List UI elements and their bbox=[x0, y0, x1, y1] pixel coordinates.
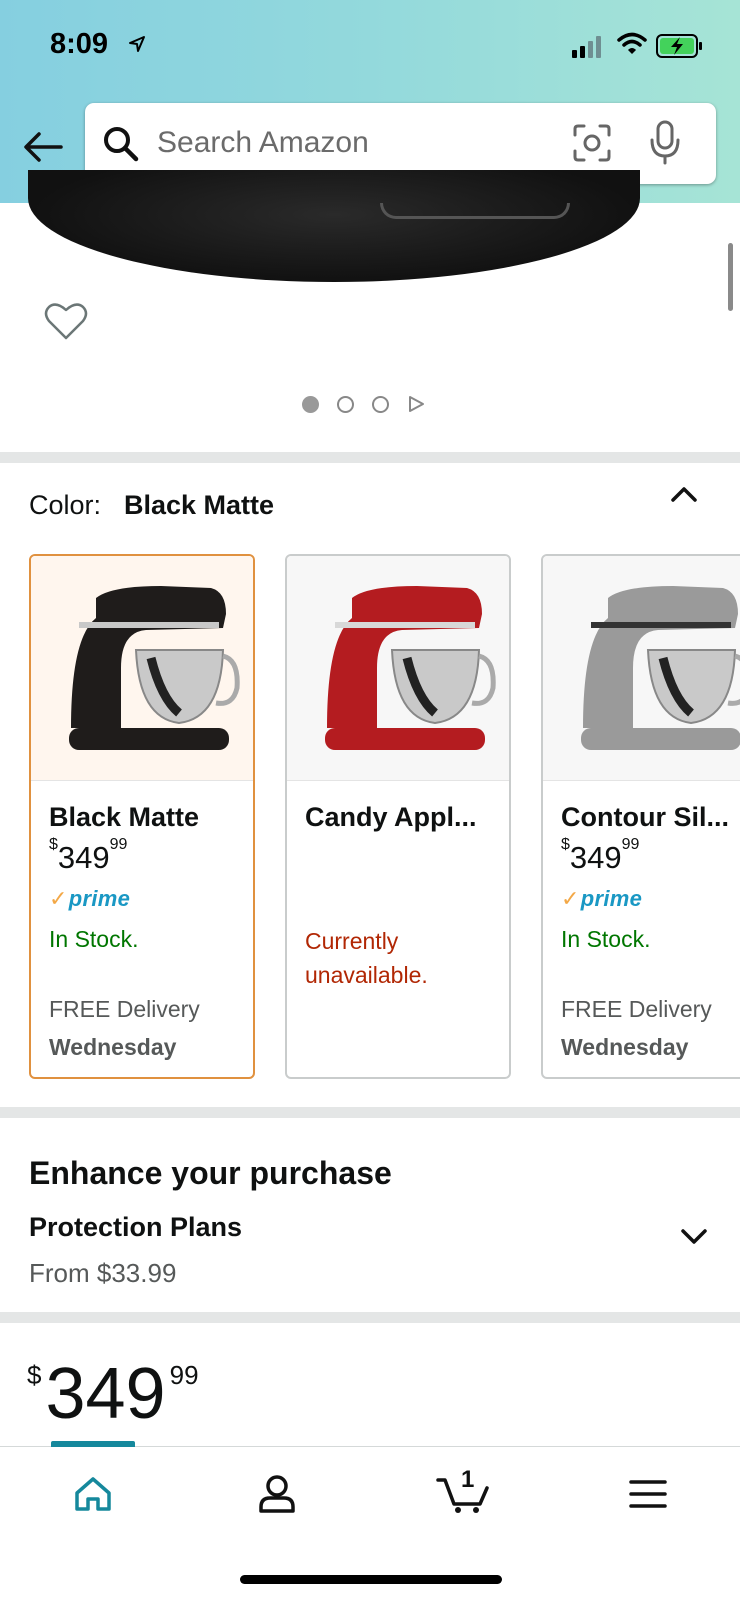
search-input[interactable] bbox=[157, 121, 537, 165]
nav-home[interactable] bbox=[63, 1469, 123, 1519]
home-indicator[interactable] bbox=[240, 1575, 502, 1584]
status-time: 8:09 bbox=[50, 28, 109, 60]
location-arrow-icon bbox=[129, 36, 145, 52]
home-icon bbox=[75, 1477, 111, 1511]
price-currency: $ bbox=[27, 1360, 42, 1390]
product-price: $349 99 bbox=[27, 1358, 199, 1430]
price-cents: 99 bbox=[109, 836, 128, 853]
prime-check-icon: ✓ bbox=[49, 886, 68, 911]
price-whole: 349 bbox=[569, 840, 622, 875]
stand-mixer-black-image bbox=[69, 586, 240, 750]
stand-mixer-silver-image bbox=[581, 586, 740, 750]
microphone-icon[interactable] bbox=[649, 120, 681, 166]
carousel-dots[interactable] bbox=[302, 395, 425, 413]
prime-badge: ✓prime bbox=[561, 886, 642, 912]
heart-icon[interactable] bbox=[44, 301, 88, 341]
color-label: Color: bbox=[29, 490, 102, 520]
availability: Currently unavailable. bbox=[305, 928, 428, 988]
carousel-dot[interactable] bbox=[302, 395, 319, 413]
section-divider bbox=[0, 452, 740, 463]
price-cents: 99 bbox=[621, 836, 640, 853]
swatch-image bbox=[543, 556, 740, 781]
prime-label: prime bbox=[68, 886, 131, 911]
price-whole: 349 bbox=[57, 840, 110, 875]
swatch-name: Candy Appl... bbox=[305, 802, 477, 832]
prime-badge: ✓prime bbox=[49, 886, 130, 912]
nav-menu[interactable] bbox=[618, 1469, 678, 1519]
product-page: 8:09 Search Amazon Color: Black Matte Bl… bbox=[0, 0, 740, 1600]
price-whole: 349 bbox=[45, 1354, 166, 1434]
prime-label: prime bbox=[580, 886, 643, 911]
delivery-label: FREE Delivery bbox=[49, 996, 200, 1022]
carousel-dot[interactable] bbox=[337, 395, 354, 413]
cellular-signal-icon bbox=[572, 36, 601, 58]
section-divider bbox=[0, 1107, 740, 1118]
nav-active-indicator bbox=[51, 1441, 135, 1447]
availability: In Stock. bbox=[49, 926, 139, 952]
back-button[interactable] bbox=[18, 124, 68, 170]
account-icon bbox=[259, 1475, 295, 1513]
cart-count-badge: 1 bbox=[461, 1466, 475, 1493]
protection-plans-title[interactable]: Protection Plans bbox=[29, 1212, 242, 1243]
color-option-candy-apple[interactable]: Candy Appl... Currently unavailable. bbox=[285, 554, 511, 1079]
swatch-image bbox=[31, 556, 253, 781]
delivery-label: FREE Delivery bbox=[561, 996, 712, 1022]
video-play-icon[interactable] bbox=[407, 395, 425, 413]
enhance-title: Enhance your purchase bbox=[29, 1155, 392, 1191]
color-option-contour-silver[interactable]: Contour Sil... $34999 ✓prime In Stock. F… bbox=[541, 554, 740, 1079]
back-arrow-icon bbox=[24, 132, 63, 162]
menu-icon bbox=[629, 1480, 667, 1508]
product-image-bowl-rim bbox=[380, 203, 570, 219]
camera-lens-icon[interactable] bbox=[572, 123, 612, 163]
nav-account[interactable] bbox=[247, 1469, 307, 1519]
price-cents: 99 bbox=[169, 1360, 199, 1390]
product-image[interactable] bbox=[28, 170, 640, 282]
chevron-up-icon[interactable] bbox=[670, 485, 698, 503]
delivery-day: Wednesday bbox=[49, 1034, 177, 1060]
wifi-icon bbox=[617, 32, 647, 54]
search-icon bbox=[104, 127, 139, 162]
carousel-dot[interactable] bbox=[372, 395, 389, 413]
protection-plans-price: From $33.99 bbox=[29, 1258, 177, 1288]
color-option-black-matte[interactable]: Black Matte $34999 ✓prime In Stock. FREE… bbox=[29, 554, 255, 1079]
delivery-day: Wednesday bbox=[561, 1034, 689, 1060]
swatch-price: $34999 bbox=[49, 836, 128, 875]
section-divider bbox=[0, 1312, 740, 1323]
swatch-price: $34999 bbox=[561, 836, 640, 875]
availability: In Stock. bbox=[561, 926, 651, 952]
selected-color: Black Matte bbox=[124, 490, 275, 520]
scrollbar[interactable] bbox=[728, 243, 733, 311]
chevron-down-icon[interactable] bbox=[680, 1228, 708, 1246]
swatch-name: Black Matte bbox=[49, 802, 200, 832]
swatch-name: Contour Sil... bbox=[561, 802, 729, 832]
battery-charging-icon bbox=[656, 34, 702, 58]
prime-check-icon: ✓ bbox=[561, 886, 580, 911]
stand-mixer-red-image bbox=[325, 586, 496, 750]
swatch-image bbox=[287, 556, 509, 781]
